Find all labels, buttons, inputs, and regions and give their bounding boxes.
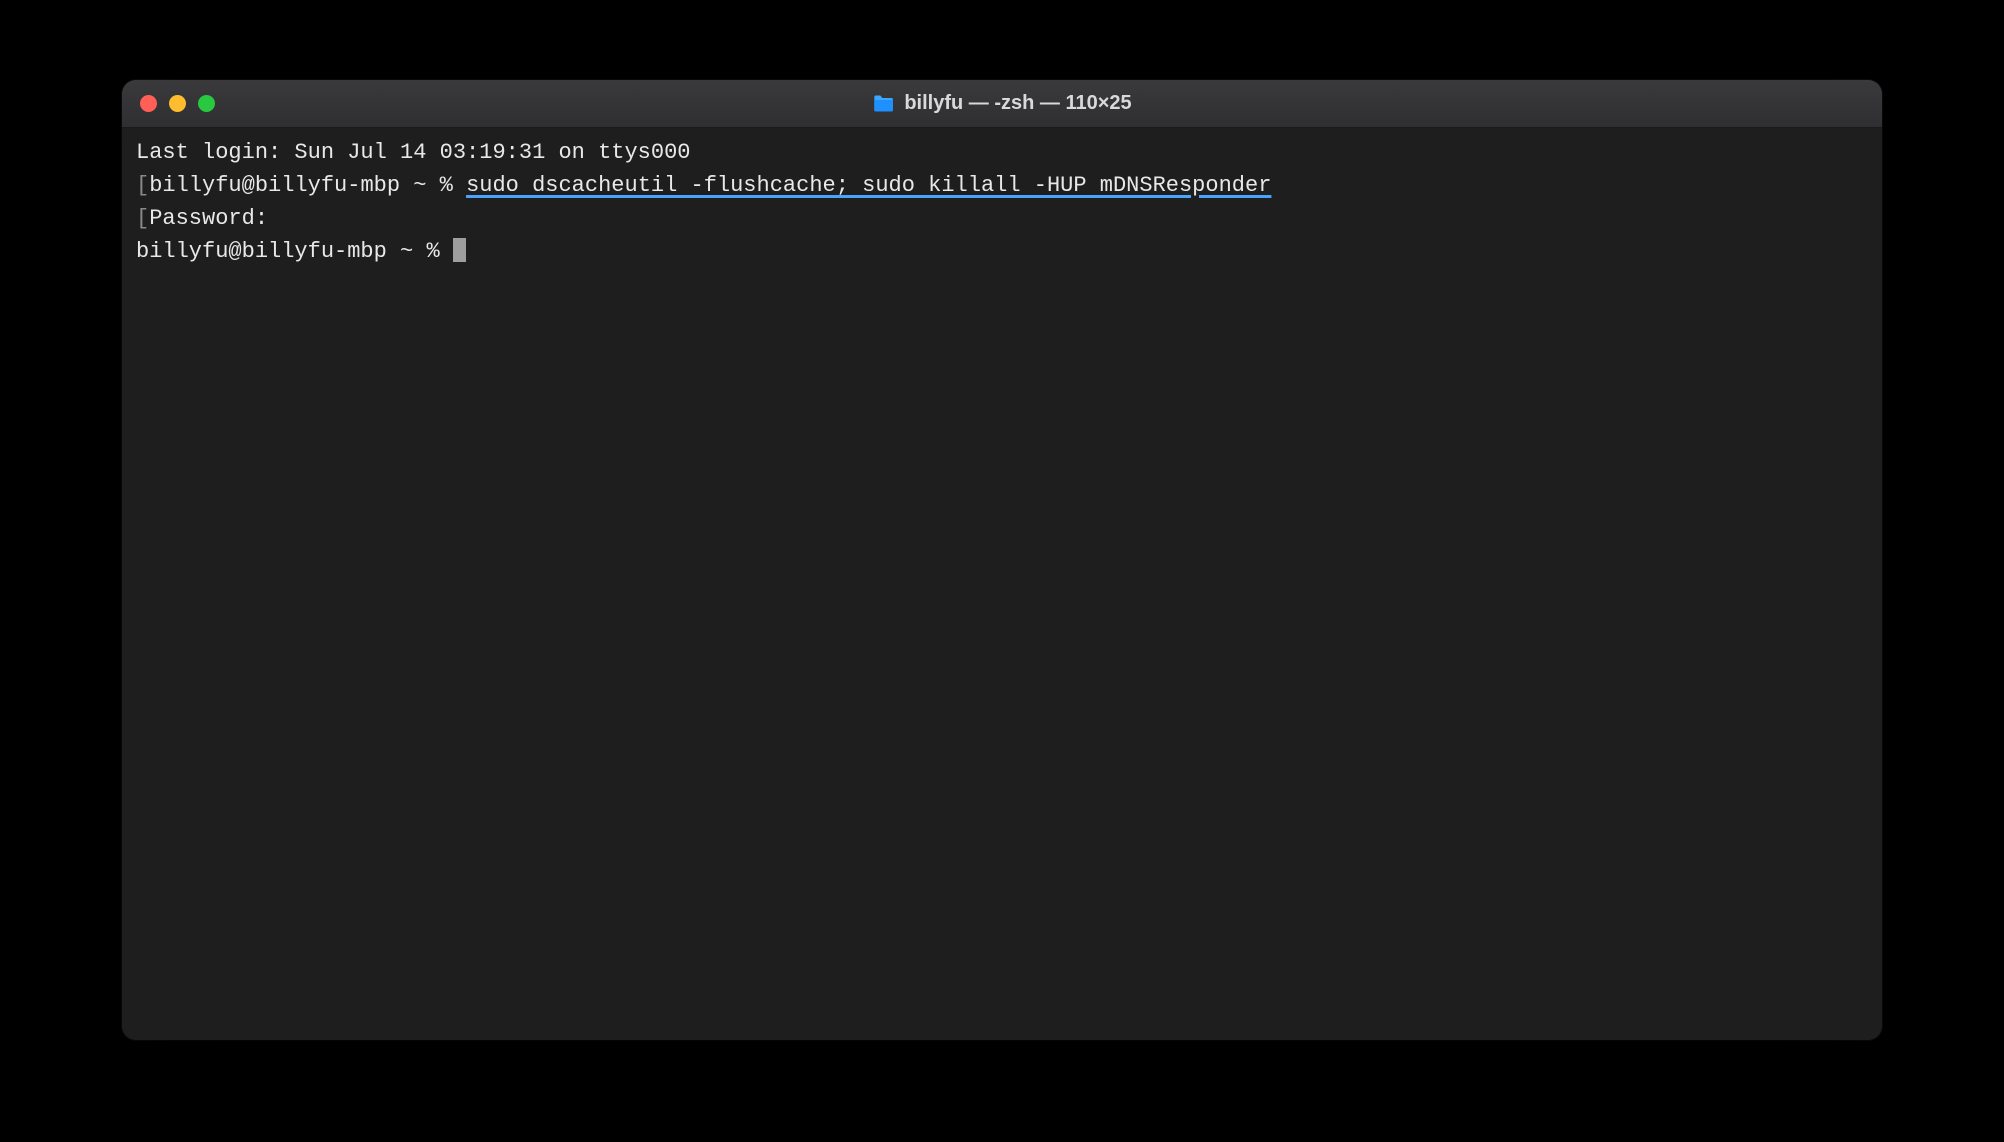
password-prompt: Password: — [149, 206, 268, 231]
bracket-open: [ — [136, 206, 149, 231]
prompt: billyfu@billyfu-mbp ~ % — [149, 173, 466, 198]
terminal-window: billyfu — -zsh — 110×25 Last login: Sun … — [122, 80, 1882, 1040]
bracket-open: [ — [136, 173, 149, 198]
traffic-lights — [140, 95, 215, 112]
entered-command: sudo dscacheutil -flushcache; sudo killa… — [466, 173, 1271, 198]
prompt: billyfu@billyfu-mbp ~ % — [136, 239, 453, 264]
terminal-line-last-login: Last login: Sun Jul 14 03:19:31 on ttys0… — [136, 136, 1868, 169]
close-button[interactable] — [140, 95, 157, 112]
window-title-container: billyfu — -zsh — 110×25 — [872, 92, 1131, 115]
window-title: billyfu — -zsh — 110×25 — [904, 92, 1131, 115]
terminal-line-password: [Password: — [136, 202, 1868, 235]
title-bar[interactable]: billyfu — -zsh — 110×25 — [122, 80, 1882, 128]
minimize-button[interactable] — [169, 95, 186, 112]
terminal-body[interactable]: Last login: Sun Jul 14 03:19:31 on ttys0… — [122, 128, 1882, 1040]
terminal-line-current-prompt: billyfu@billyfu-mbp ~ % — [136, 235, 1868, 268]
folder-icon — [872, 95, 894, 113]
terminal-line-command: [billyfu@billyfu-mbp ~ % sudo dscacheuti… — [136, 169, 1868, 202]
maximize-button[interactable] — [198, 95, 215, 112]
cursor — [453, 238, 466, 262]
